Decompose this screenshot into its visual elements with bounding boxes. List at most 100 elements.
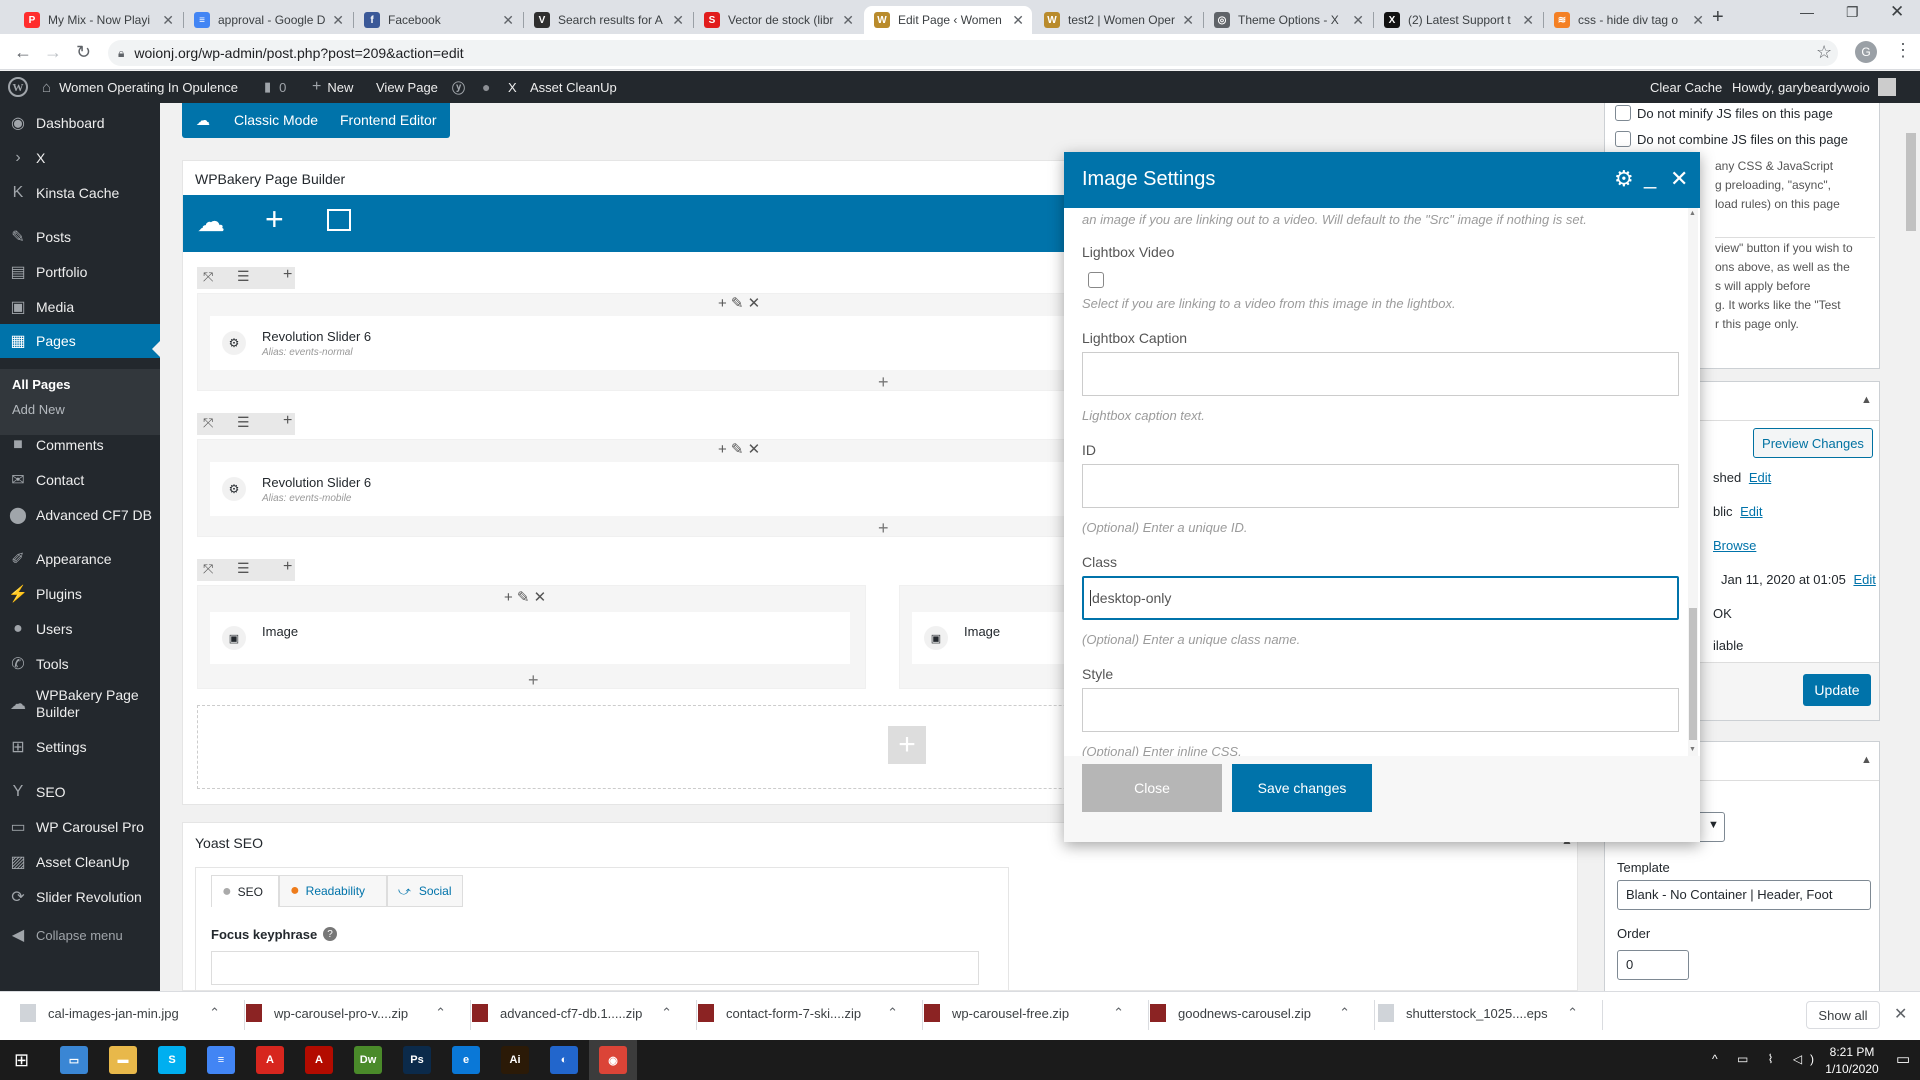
frontend-editor-button[interactable]: Frontend Editor — [340, 112, 437, 128]
add-row-plus-icon[interactable]: + — [888, 726, 926, 764]
no-minify-checkbox[interactable] — [1615, 105, 1631, 121]
tab-close-icon[interactable]: ✕ — [162, 12, 174, 29]
pdf-icon[interactable]: A — [305, 1046, 333, 1074]
sidebar-item-posts[interactable]: ✎ Posts — [0, 220, 160, 254]
sidebar-item-collapse-menu[interactable]: ◀ Collapse menu — [0, 918, 160, 952]
browser-tab[interactable]: X (2) Latest Support t ✕ — [1374, 6, 1542, 34]
tab-seo[interactable]: ● SEO — [211, 875, 279, 907]
templates-icon[interactable] — [327, 209, 351, 231]
close-icon[interactable]: ✕ — [1670, 166, 1688, 192]
add-element-icon[interactable]: + — [265, 201, 284, 238]
tab-readability[interactable]: ● Readability — [279, 875, 387, 907]
sidebar-item-users[interactable]: ● Users — [0, 612, 160, 646]
file-explorer-icon[interactable]: ▭ — [60, 1046, 88, 1074]
collapse-icon[interactable]: ▲ — [1861, 754, 1872, 766]
windows-start-icon[interactable]: ⊞ — [14, 1050, 29, 1071]
scroll-down-icon[interactable]: ▼ — [1689, 746, 1696, 753]
visibility-edit-link[interactable]: Edit — [1740, 504, 1762, 519]
new-content-link[interactable]: + New — [312, 71, 353, 103]
forward-icon[interactable]: → — [44, 42, 62, 63]
sidebar-item-tools[interactable]: ✆ Tools — [0, 647, 160, 681]
asset-cleanup-link[interactable]: Asset CleanUp — [530, 71, 617, 103]
minimize-window-button[interactable]: — — [1800, 4, 1814, 20]
sidebar-item-asset-cleanup[interactable]: ▨ Asset CleanUp — [0, 845, 160, 879]
chevron-up-icon[interactable]: ⌃ — [1567, 1005, 1578, 1021]
close-window-button[interactable]: ✕ — [1890, 2, 1904, 22]
tab-close-icon[interactable]: ✕ — [332, 12, 344, 29]
download-item[interactable]: shutterstock_1025....eps ⌃ — [1378, 1004, 1592, 1022]
column-add-icon[interactable]: + ✎ ✕ — [718, 294, 760, 312]
sidebar-item-settings[interactable]: ⊞ Settings — [0, 730, 160, 764]
scroll-up-icon[interactable]: ▲ — [1689, 210, 1696, 217]
tab-social[interactable]: ⤻ Social — [387, 875, 463, 907]
illustrator-icon[interactable]: Ai — [501, 1046, 529, 1074]
no-combine-checkbox[interactable] — [1615, 131, 1631, 147]
photoshop-icon[interactable]: Ps — [403, 1046, 431, 1074]
close-button[interactable]: Close — [1082, 764, 1222, 812]
help-icon[interactable]: ? — [323, 927, 337, 941]
order-input[interactable]: 0 — [1617, 950, 1689, 980]
browser-tab[interactable]: ≋ css - hide div tag o ✕ — [1544, 6, 1712, 34]
chevron-up-icon[interactable]: ⌃ — [435, 1005, 446, 1021]
folder-icon[interactable]: ▬ — [109, 1046, 137, 1074]
column-append-icon[interactable]: + — [878, 372, 889, 393]
chrome-icon[interactable]: ◉ — [599, 1046, 627, 1074]
download-item[interactable]: contact-form-7-ski....zip ⌃ — [698, 1004, 912, 1022]
element-image[interactable]: ▣ Image — [210, 612, 850, 664]
page-scrollbar[interactable] — [1902, 103, 1920, 991]
column-append-icon[interactable]: + — [528, 670, 539, 691]
show-all-button[interactable]: Show all — [1806, 1001, 1880, 1029]
download-item[interactable]: wp-carousel-free.zip ⌃ — [924, 1004, 1138, 1022]
browser-menu-icon[interactable]: ⋮ — [1894, 40, 1912, 61]
dreamweaver-icon[interactable]: Dw — [354, 1046, 382, 1074]
sidebar-item-dashboard[interactable]: ◉ Dashboard — [0, 106, 160, 140]
yoast-icon[interactable]: ⓨ — [452, 71, 465, 103]
browser-tab[interactable]: P My Mix - Now Playi ✕ — [14, 6, 182, 34]
tab-close-icon[interactable]: ✕ — [1012, 12, 1024, 29]
sidebar-item-kinsta-cache[interactable]: K Kinsta Cache — [0, 176, 160, 210]
tab-close-icon[interactable]: ✕ — [1522, 12, 1534, 29]
tab-close-icon[interactable]: ✕ — [1352, 12, 1364, 29]
sidebar-item-x[interactable]: › X — [0, 141, 160, 175]
acrobat-icon[interactable]: A — [256, 1046, 284, 1074]
notifications-icon[interactable]: ▭ — [1896, 1050, 1910, 1068]
sidebar-item-wpbakery-page-builder[interactable]: ☁ WPBakery Page Builder — [0, 682, 160, 726]
id-input[interactable] — [1082, 464, 1679, 508]
row-move-icon[interactable]: ⤧ — [203, 269, 213, 285]
wpbakery-logo-icon[interactable]: ☁ — [197, 205, 225, 238]
skype-icon[interactable]: S — [158, 1046, 186, 1074]
profile-avatar[interactable]: G — [1855, 41, 1877, 63]
row-add-column-icon[interactable]: + — [283, 266, 292, 284]
chevron-up-icon[interactable]: ⌃ — [209, 1005, 220, 1021]
clear-cache-link[interactable]: Clear Cache — [1650, 71, 1722, 103]
style-input[interactable] — [1082, 688, 1679, 732]
sidebar-item-contact[interactable]: ✉ Contact — [0, 463, 160, 497]
status-edit-link[interactable]: Edit — [1749, 470, 1771, 485]
browser-tab[interactable]: W Edit Page ‹ Women ✕ — [864, 6, 1032, 34]
chevron-up-icon[interactable]: ⌃ — [887, 1005, 898, 1021]
clock[interactable]: 8:21 PM 1/10/2020 — [1814, 1044, 1890, 1078]
no-combine-row[interactable]: Do not combine JS files on this page — [1615, 131, 1848, 147]
preview-changes-button[interactable]: Preview Changes — [1753, 428, 1873, 458]
browser-tab[interactable]: S Vector de stock (libr ✕ — [694, 6, 862, 34]
lightbox-caption-input[interactable] — [1082, 352, 1679, 396]
scrollbar-thumb[interactable] — [1906, 133, 1916, 231]
system-tray-icons[interactable]: ^ ▭ ⌇ ◁) — [1712, 1052, 1822, 1066]
template-select[interactable]: Blank - No Container | Header, Foot — [1617, 880, 1871, 910]
reload-icon[interactable]: ↻ — [76, 42, 91, 63]
row-move-icon[interactable]: ⤧ — [203, 561, 213, 577]
sidebar-item-seo[interactable]: Y SEO — [0, 775, 160, 809]
x-theme-link[interactable]: X — [508, 71, 517, 103]
row-add-column-icon[interactable]: + — [283, 412, 292, 430]
comments-link[interactable]: ▮ 0 — [264, 71, 286, 103]
modal-scrollbar[interactable]: ▲ ▼ — [1688, 208, 1698, 756]
tab-close-icon[interactable]: ✕ — [672, 12, 684, 29]
close-downloads-icon[interactable]: ✕ — [1894, 1004, 1907, 1024]
sidebar-item-media[interactable]: ▣ Media — [0, 290, 160, 324]
submenu-add-new[interactable]: Add New — [12, 402, 65, 417]
browser-tab[interactable]: ◎ Theme Options - X ✕ — [1204, 6, 1372, 34]
column-append-icon[interactable]: + — [878, 518, 889, 539]
column-add-icon[interactable]: + ✎ ✕ — [504, 588, 546, 606]
browser-tab[interactable]: ≡ approval - Google D ✕ — [184, 6, 352, 34]
tab-close-icon[interactable]: ✕ — [502, 12, 514, 29]
